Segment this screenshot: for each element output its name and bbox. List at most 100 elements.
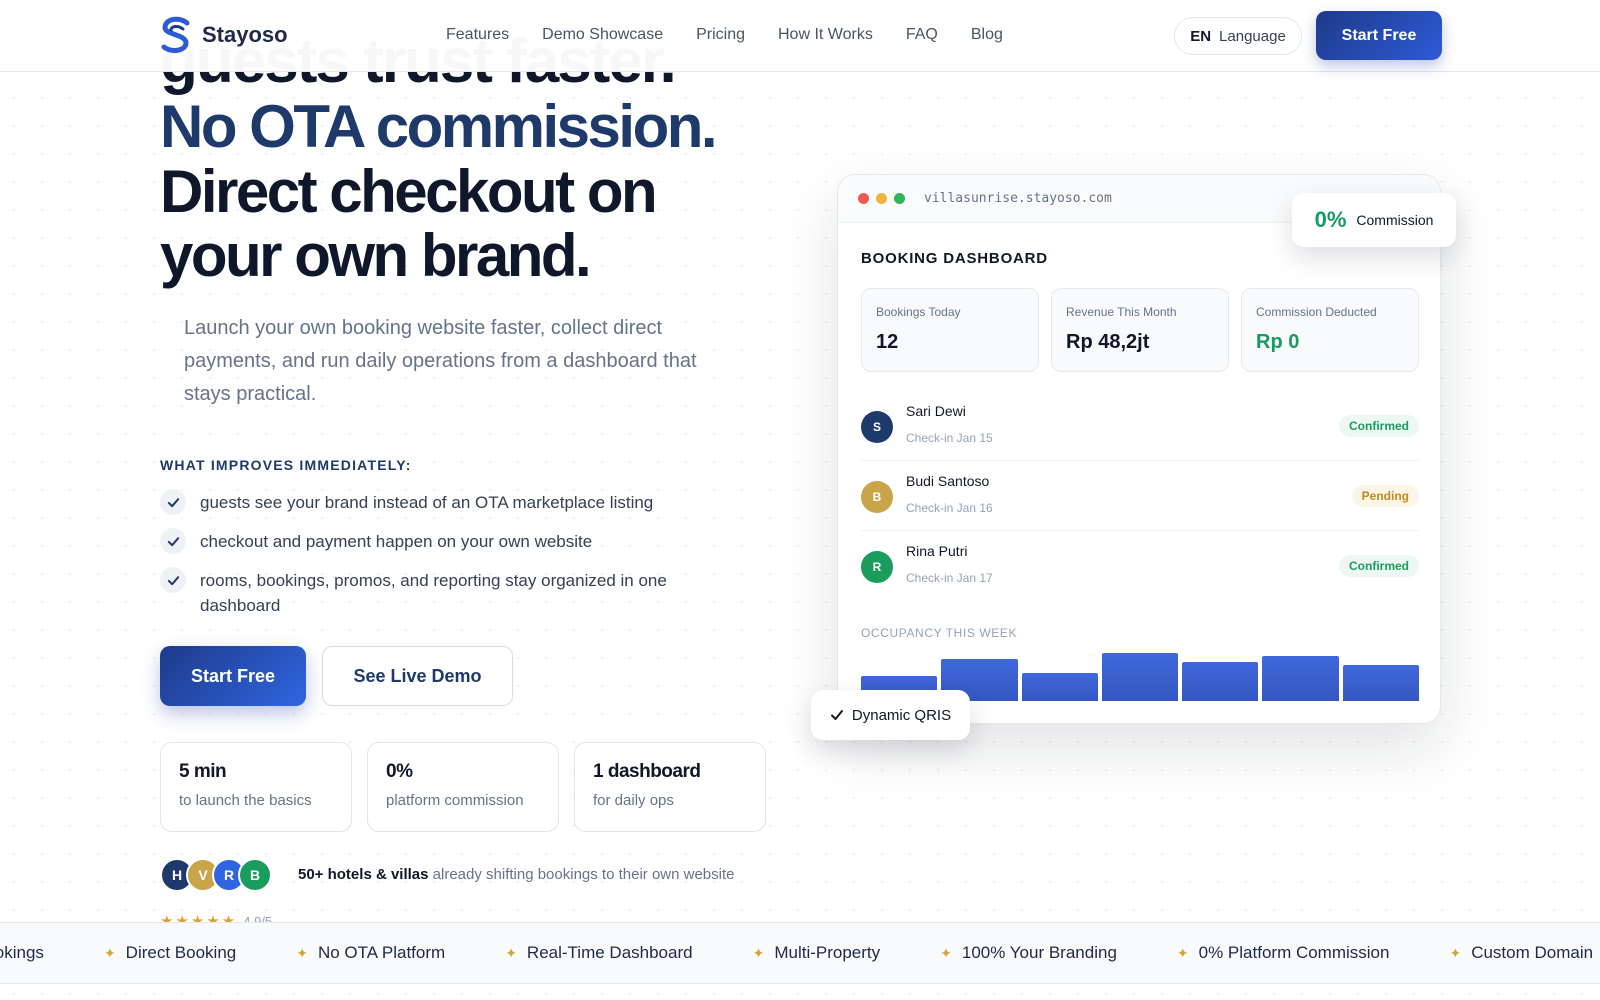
sparkle-icon: ✦ xyxy=(1176,944,1189,961)
commission-pill-label: Commission xyxy=(1356,212,1434,228)
stat-card-commission: 0% platform commission xyxy=(367,742,559,832)
metric-value: Rp 48,2jt xyxy=(1066,331,1150,353)
marquee-item-label: No OTA Platform xyxy=(317,943,446,962)
metric-value: Rp 0 xyxy=(1256,331,1300,353)
social-proof-count: 50+ hotels & villas xyxy=(298,866,429,883)
brand-logo[interactable]: Stayoso xyxy=(160,16,288,54)
nav-links: Features Demo Showcase Pricing How It Wo… xyxy=(446,26,1003,44)
stat-value: 1 dashboard xyxy=(593,761,701,782)
marquee-item-label: 0% Platform Commission xyxy=(1198,943,1390,962)
stat-value: 0% xyxy=(386,761,413,782)
nav-link-how-it-works[interactable]: How It Works xyxy=(778,26,873,44)
guest-avatar: S xyxy=(861,411,893,443)
marquee-item-label: 100% Your Branding xyxy=(961,943,1117,962)
sparkle-icon: ✦ xyxy=(752,944,765,961)
sparkle-icon: ✦ xyxy=(1449,944,1462,961)
marquee-item-label: Multi-Property xyxy=(774,943,881,962)
stat-label: for daily ops xyxy=(593,792,674,809)
improvement-item: checkout and payment happen on your own … xyxy=(160,528,720,554)
occupancy-bar xyxy=(1021,673,1098,701)
metric-commission: Commission Deducted Rp 0 xyxy=(1241,288,1419,372)
check-icon xyxy=(160,567,186,593)
sparkle-icon: ✦ xyxy=(940,944,952,961)
status-badge: Confirmed xyxy=(1339,415,1419,437)
metric-label: Revenue This Month xyxy=(1066,305,1177,319)
check-icon xyxy=(830,710,843,720)
stat-label: to launch the basics xyxy=(179,792,312,809)
language-label: Language xyxy=(1219,27,1286,45)
social-proof-text: already shifting bookings to their own w… xyxy=(428,866,735,883)
sparkle-icon: ✦ xyxy=(103,944,116,961)
occupancy-bar xyxy=(1182,661,1259,701)
customer-avatars: H V R B xyxy=(160,858,272,892)
hero-heading-line-2: Direct checkout on xyxy=(160,158,658,225)
guest-avatar: B xyxy=(861,481,893,513)
improvements-title: WHAT IMPROVES IMMEDIATELY: xyxy=(160,457,412,473)
occupancy-bar xyxy=(1262,656,1339,701)
occupancy-bar xyxy=(1101,653,1179,701)
checkin-date: Check-in Jan 17 xyxy=(906,571,993,585)
see-live-demo-button[interactable]: See Live Demo xyxy=(322,646,513,706)
marquee-track: Bookings ✦ Direct Booking ✦ No OTA Platfor… xyxy=(0,943,1593,963)
improvement-text: checkout and payment happen on your own … xyxy=(200,532,593,551)
hero-start-free-button[interactable]: Start Free xyxy=(160,646,306,706)
commission-pill: 0% Commission xyxy=(1292,193,1456,247)
guest-name: Budi Santoso xyxy=(906,473,990,489)
marquee-item: Bookings xyxy=(0,943,44,963)
nav-start-free-button[interactable]: Start Free xyxy=(1316,11,1442,60)
dashboard-title: BOOKING DASHBOARD xyxy=(861,250,1048,267)
marquee-item-label: Custom Domain xyxy=(1471,943,1594,962)
nav-link-blog[interactable]: Blog xyxy=(971,26,1003,44)
sparkle-icon: ✦ xyxy=(505,944,517,961)
dashboard-preview: villasunrise.stayoso.com BOOKING DASHBOA… xyxy=(837,174,1441,724)
browser-url: villasunrise.stayoso.com xyxy=(924,191,1112,206)
stayoso-logo-icon xyxy=(161,16,190,53)
metric-bookings-today: Bookings Today 12 xyxy=(861,288,1039,372)
improvement-item: rooms, bookings, promos, and reporting s… xyxy=(160,567,720,618)
nav-link-features[interactable]: Features xyxy=(446,26,509,44)
window-close-dot xyxy=(858,193,869,204)
stat-card-launch: 5 min to launch the basics xyxy=(160,742,352,832)
nav-link-pricing[interactable]: Pricing xyxy=(696,26,745,44)
social-proof: 50+ hotels & villas already shifting boo… xyxy=(298,866,735,883)
improvement-text: rooms, bookings, promos, and reporting s… xyxy=(200,571,667,615)
language-code: EN xyxy=(1190,27,1212,45)
hero-heading-line-3: your own brand. xyxy=(160,222,592,289)
booking-row: R Rina Putri Check-in Jan 17 Confirmed xyxy=(861,531,1419,601)
metric-label: Bookings Today xyxy=(876,305,961,319)
guest-name: Sari Dewi xyxy=(906,403,966,419)
marquee-item-label: Direct Booking xyxy=(125,943,237,962)
stat-value: 5 min xyxy=(179,761,227,782)
metric-value: 12 xyxy=(876,331,899,353)
marquee-item-label: Real-Time Dashboard xyxy=(526,943,693,962)
commission-pill-value: 0% xyxy=(1314,207,1347,232)
nav-link-faq[interactable]: FAQ xyxy=(906,26,938,44)
booking-row: S Sari Dewi Check-in Jan 15 Confirmed xyxy=(861,391,1419,461)
metric-revenue: Revenue This Month Rp 48,2jt xyxy=(1051,288,1229,372)
qris-pill-label: Dynamic QRIS xyxy=(851,706,952,724)
feature-marquee: Bookings ✦ Direct Booking ✦ No OTA Platfor… xyxy=(0,922,1600,984)
marquee-item: ✦ No OTA Platform xyxy=(296,943,445,963)
checkin-date: Check-in Jan 15 xyxy=(906,431,993,445)
window-minimize-dot xyxy=(876,193,887,204)
checkin-date: Check-in Jan 16 xyxy=(906,501,993,515)
top-navbar: Stayoso Features Demo Showcase Pricing H… xyxy=(0,0,1600,72)
sparkle-icon: ✦ xyxy=(296,944,308,961)
improvements-list: guests see your brand instead of an OTA … xyxy=(160,489,720,632)
check-icon xyxy=(160,528,186,554)
status-badge: Pending xyxy=(1351,485,1419,507)
check-icon xyxy=(160,489,186,515)
window-maximize-dot xyxy=(894,193,905,204)
language-button[interactable]: EN Language xyxy=(1174,17,1302,55)
improvement-item: guests see your brand instead of an OTA … xyxy=(160,489,720,515)
guest-name: Rina Putri xyxy=(906,543,968,559)
stat-label: platform commission xyxy=(386,792,524,809)
marquee-item: ✦ 100% Your Branding xyxy=(940,943,1117,963)
nav-link-demo-showcase[interactable]: Demo Showcase xyxy=(542,26,663,44)
booking-row: B Budi Santoso Check-in Jan 16 Pending xyxy=(861,461,1419,531)
occupancy-bar xyxy=(1342,664,1419,701)
stat-card-dashboard: 1 dashboard for daily ops xyxy=(574,742,766,832)
status-badge: Confirmed xyxy=(1339,555,1419,577)
marquee-item: ✦ Direct Booking xyxy=(104,943,236,963)
metric-label: Commission Deducted xyxy=(1256,305,1377,319)
